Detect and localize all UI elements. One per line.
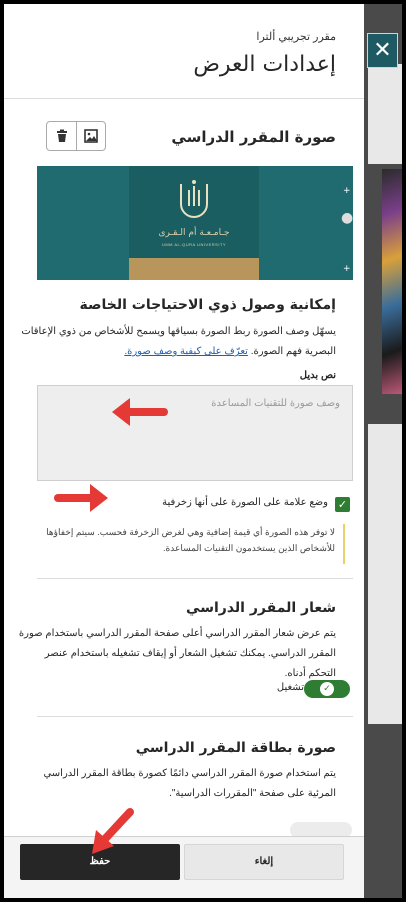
accessibility-description: يسهّل وصف الصورة ربط الصورة بسياقها ويسم… [16,322,336,362]
accessibility-title: إمكانية وصول ذوي الاحتياجات الخاصة [79,297,336,313]
banner-toggle-label: تشغيل [276,682,304,693]
background-panel [368,424,402,724]
banner-toggle[interactable]: ✓ [304,680,350,698]
arrow-annotation-icon [92,808,134,854]
background-panel [368,64,402,164]
banner-logo-text: جـامـعـة أم الـقـرى [158,228,230,238]
display-settings-panel: مقرر تجريبي ألترا إعدادات العرض صورة الم… [4,4,364,898]
alt-text-input[interactable]: وصف صورة للتقنيات المساعدة [37,385,353,481]
delete-icon [56,129,67,142]
decorative-plus: + [343,264,351,274]
image-icon [84,129,98,143]
alt-text-placeholder: وصف صورة للتقنيات المساعدة [211,398,340,409]
banner-gold-strip [129,258,259,280]
alt-text-label: نص بديل [299,370,336,381]
decorative-checkbox[interactable]: ✓ [335,497,350,512]
image-actions [46,121,106,151]
replace-image-button[interactable] [76,122,105,150]
arrow-annotation-icon [112,398,168,426]
course-name: مقرر تجريبي ألترا [256,31,336,43]
course-image-preview: جـامـعـة أم الـقـرى UMM AL-QURA UNIVERSI… [37,166,353,280]
decorative-dot: ● [341,210,353,226]
decorative-note: لا توفر هذه الصورة أي قيمة إضافية وهي لغ… [37,524,345,564]
banner-logo-en: UMM AL-QURA UNIVERSITY [161,242,227,247]
divider [37,578,353,579]
page-title: إعدادات العرض [193,52,336,77]
arrow-annotation-icon [54,484,108,512]
close-icon: ✕ [373,38,392,63]
toggle-check-icon: ✓ [320,682,334,696]
learn-more-link[interactable]: تعرّف على كيفية وصف صورة. [124,346,248,357]
panel-header: مقرر تجريبي ألترا إعدادات العرض [4,4,364,99]
check-icon: ✓ [337,498,348,511]
university-logo-icon [180,180,208,218]
course-banner-description: يتم عرض شعار المقرر الدراسي أعلى صفحة ال… [18,628,336,679]
course-image-title: صورة المقرر الدراسي [171,128,336,146]
cancel-button[interactable]: إلغاء [184,844,344,880]
decorative-checkbox-label: وضع علامة على الصورة على أنها زخرفية [162,497,328,508]
background-course-image [382,169,402,394]
course-card-description: يتم استخدام صورة المقرر الدراسي دائمًا ك… [43,768,336,799]
course-banner-title: شعار المقرر الدراسي [186,600,336,616]
divider [37,716,353,717]
close-button[interactable]: ✕ [367,33,398,68]
course-card-title: صورة بطاقة المقرر الدراسي [135,740,336,756]
decorative-plus: + [343,186,351,196]
delete-image-button[interactable] [47,122,76,150]
